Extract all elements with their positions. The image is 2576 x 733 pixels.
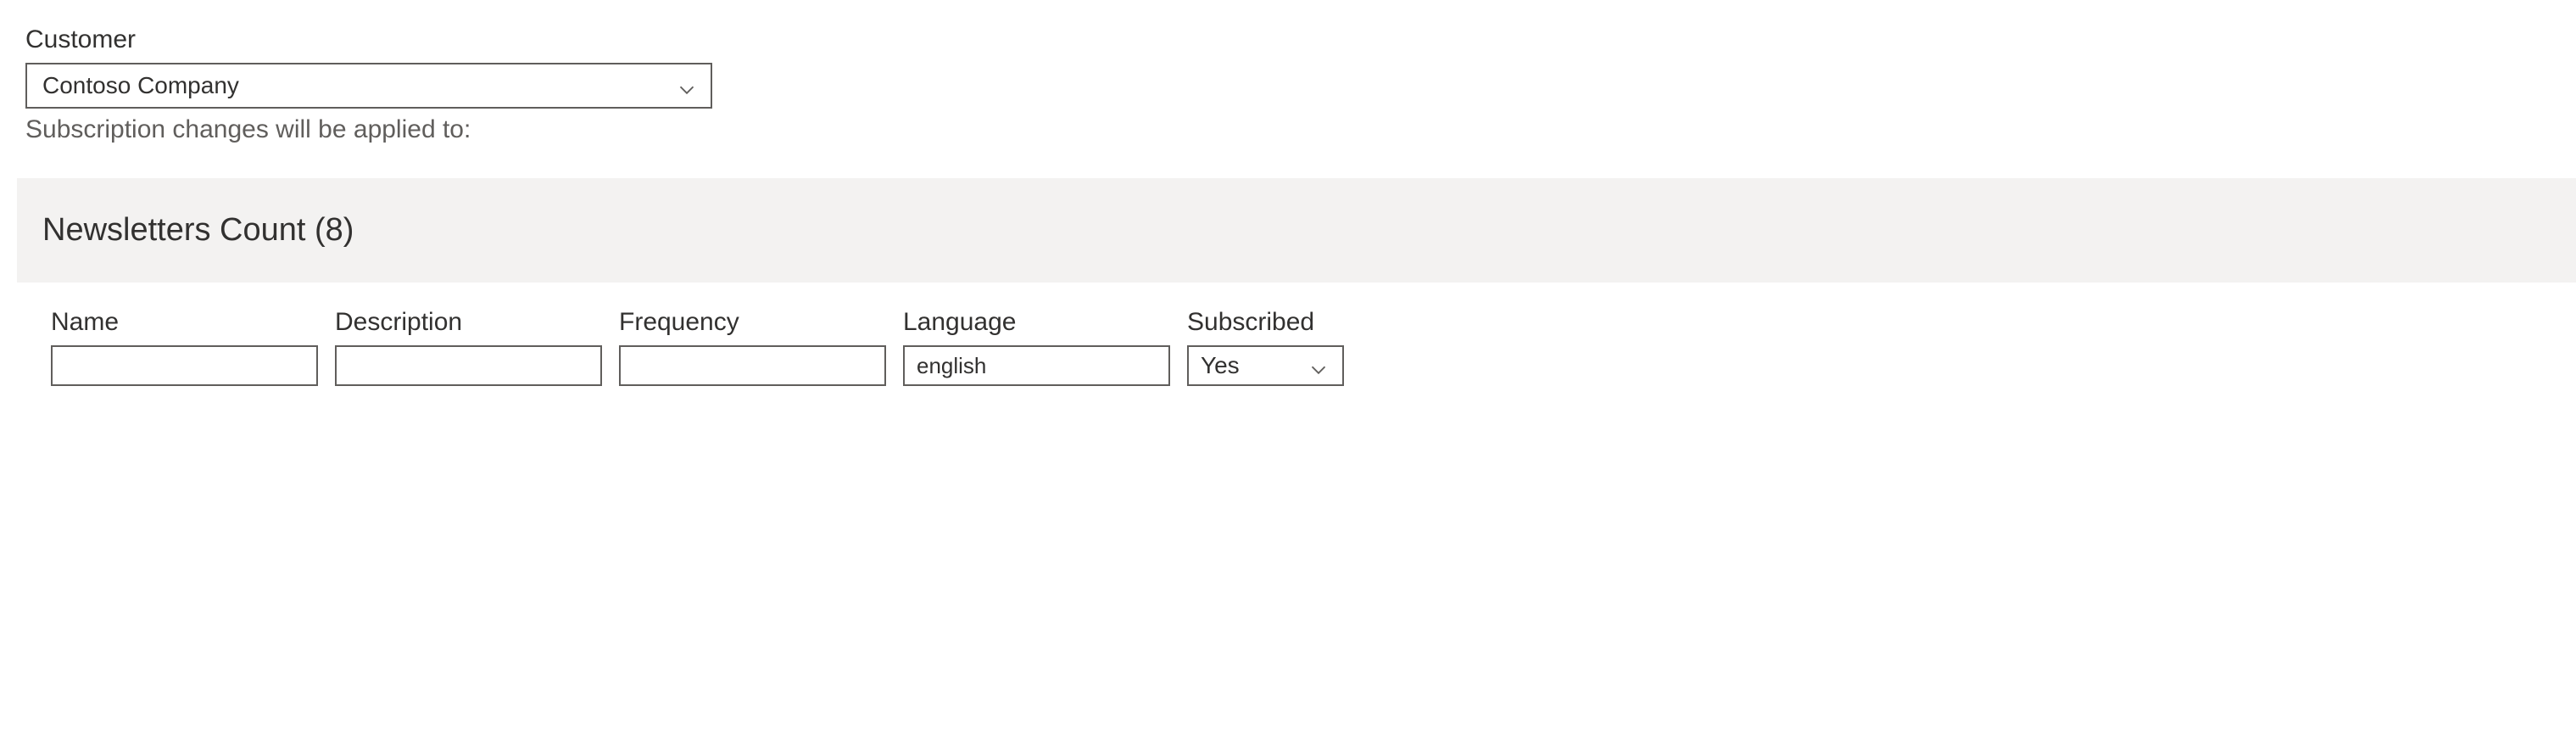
filter-col-subscribed: Subscribed Yes xyxy=(1187,308,1344,386)
filter-col-description: Description xyxy=(335,308,602,386)
name-input[interactable] xyxy=(51,345,318,386)
customer-field: Customer Contoso Company Subscription ch… xyxy=(25,25,2551,144)
newsletters-section-header: Newsletters Count (8) xyxy=(17,178,2576,283)
frequency-input[interactable] xyxy=(619,345,886,386)
description-label: Description xyxy=(335,308,602,337)
name-label: Name xyxy=(51,308,318,337)
customer-helper-text: Subscription changes will be applied to: xyxy=(25,115,2551,144)
filter-col-name: Name xyxy=(51,308,318,386)
subscribed-label: Subscribed xyxy=(1187,308,1344,337)
subscribed-value: Yes xyxy=(1201,352,1240,379)
customer-dropdown[interactable]: Contoso Company xyxy=(25,63,712,109)
language-input[interactable] xyxy=(903,345,1170,386)
description-input[interactable] xyxy=(335,345,602,386)
filter-row: Name Description Frequency Language Subs… xyxy=(25,308,2551,386)
chevron-down-icon xyxy=(678,77,695,94)
language-label: Language xyxy=(903,308,1170,337)
chevron-down-icon xyxy=(1310,357,1327,374)
frequency-label: Frequency xyxy=(619,308,886,337)
customer-label: Customer xyxy=(25,25,2551,54)
subscribed-select[interactable]: Yes xyxy=(1187,345,1344,386)
filter-col-language: Language xyxy=(903,308,1170,386)
filter-col-frequency: Frequency xyxy=(619,308,886,386)
customer-value: Contoso Company xyxy=(42,72,239,99)
newsletters-section-title: Newsletters Count (8) xyxy=(42,212,2551,249)
